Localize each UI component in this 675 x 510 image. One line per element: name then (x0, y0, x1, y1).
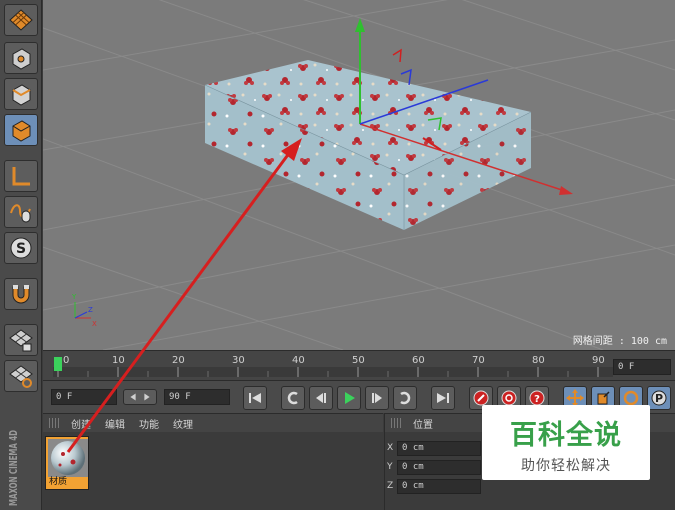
watermark-subtitle: 助你轻松解决 (521, 458, 611, 474)
cinema4d-window: S MAXON CINEMA 4D Y X Z 网格间距: 100 cm 0 … (0, 0, 675, 510)
watermark-title: 百科全说 (510, 420, 622, 451)
baike-watermark: 百科全说 助你轻松解决 (482, 405, 650, 480)
